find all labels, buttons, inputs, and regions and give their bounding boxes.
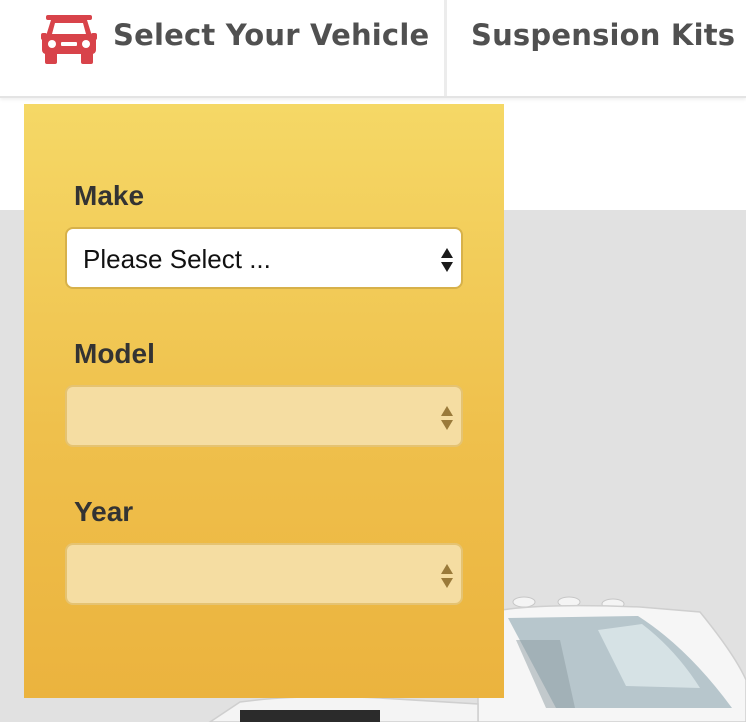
top-navigation: Select Your Vehicle Suspension Kits (0, 0, 746, 98)
make-select-value: Please Select ... (83, 244, 271, 274)
year-label: Year (74, 496, 134, 527)
select-arrows-icon (441, 248, 453, 272)
suspension-kits-nav-item[interactable]: Suspension Kits (471, 18, 735, 52)
model-label: Model (74, 338, 155, 369)
model-select[interactable] (65, 385, 463, 447)
select-arrows-icon (441, 406, 453, 430)
car-icon (41, 15, 97, 64)
nav-divider (444, 0, 447, 96)
make-label: Make (74, 180, 145, 211)
vehicle-selector-panel: Make Please Select ... Model Year (24, 104, 504, 698)
select-vehicle-nav-item[interactable]: Select Your Vehicle (0, 0, 444, 96)
select-vehicle-label[interactable]: Select Your Vehicle (113, 18, 429, 52)
select-arrows-icon (441, 564, 453, 588)
year-select[interactable] (65, 543, 463, 605)
make-select[interactable]: Please Select ... (65, 227, 463, 289)
